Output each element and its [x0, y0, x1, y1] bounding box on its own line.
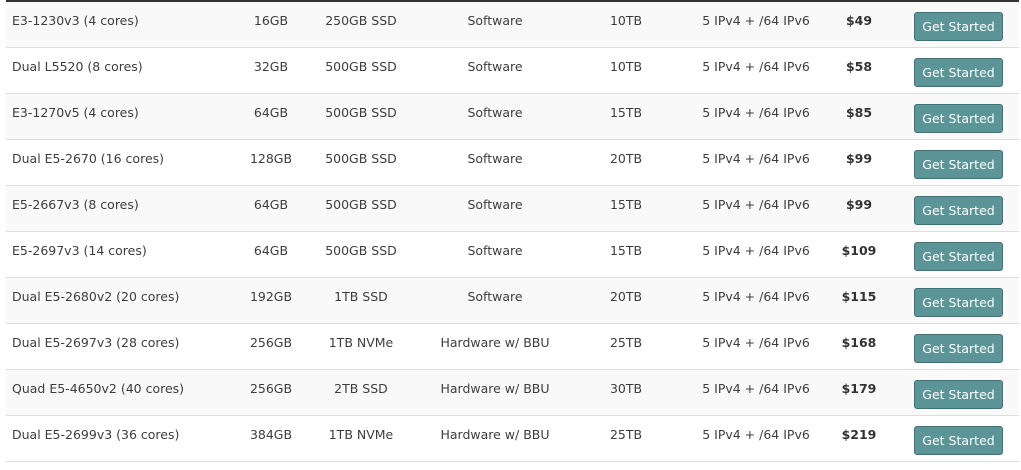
raid-cell: Software: [467, 151, 523, 166]
ip-cell: 5 IPv4 + /64 IPv6: [702, 151, 810, 166]
raid-cell: Software: [467, 59, 523, 74]
get-started-button[interactable]: Get Started: [914, 288, 1003, 317]
table-row: Dual E5-2699v3 (36 cores) 384GB 1TB NVMe…: [6, 416, 1019, 462]
ram-cell: 32GB: [253, 59, 289, 74]
table-row: Quad E5-4650v2 (40 cores) 256GB 2TB SSD …: [6, 370, 1019, 416]
bandwidth-cell: 20TB: [609, 151, 643, 166]
ram-cell: 128GB: [249, 151, 293, 166]
storage-cell: 500GB SSD: [325, 151, 397, 166]
raid-cell: Hardware w/ BBU: [440, 335, 550, 350]
raid-cell: Software: [467, 243, 523, 258]
price-cell: $58: [845, 59, 873, 74]
raid-cell: Software: [467, 289, 523, 304]
table-row: E5-2667v3 (8 cores) 64GB 500GB SSD Softw…: [6, 186, 1019, 232]
raid-cell: Software: [467, 105, 523, 120]
cpu-cell: E3-1270v5 (4 cores): [12, 105, 139, 120]
price-cell: $109: [841, 243, 877, 258]
cpu-cell: Dual E5-2670 (16 cores): [12, 151, 165, 166]
price-cell: $168: [841, 335, 877, 350]
bandwidth-cell: 15TB: [609, 105, 643, 120]
ip-cell: 5 IPv4 + /64 IPv6: [702, 381, 810, 396]
ram-cell: 64GB: [253, 105, 289, 120]
ip-cell: 5 IPv4 + /64 IPv6: [702, 289, 810, 304]
get-started-button[interactable]: Get Started: [914, 426, 1003, 455]
storage-cell: 500GB SSD: [325, 59, 397, 74]
table-row: E3-1270v5 (4 cores) 64GB 500GB SSD Softw…: [6, 94, 1019, 140]
raid-cell: Software: [467, 197, 523, 212]
storage-cell: 500GB SSD: [325, 105, 397, 120]
bandwidth-cell: 30TB: [609, 381, 643, 396]
table-row: Dual E5-2670 (16 cores) 128GB 500GB SSD …: [6, 140, 1019, 186]
get-started-button[interactable]: Get Started: [914, 12, 1003, 41]
get-started-button[interactable]: Get Started: [914, 242, 1003, 271]
ip-cell: 5 IPv4 + /64 IPv6: [702, 335, 810, 350]
cpu-cell: Dual E5-2697v3 (28 cores): [12, 335, 180, 350]
bandwidth-cell: 15TB: [609, 197, 643, 212]
raid-cell: Software: [467, 13, 523, 28]
price-cell: $85: [845, 105, 873, 120]
price-cell: $115: [841, 289, 877, 304]
storage-cell: 500GB SSD: [325, 243, 397, 258]
ram-cell: 256GB: [249, 335, 293, 350]
table-row: Dual L5520 (8 cores) 32GB 500GB SSD Soft…: [6, 48, 1019, 94]
cpu-cell: Dual L5520 (8 cores): [12, 59, 143, 74]
ip-cell: 5 IPv4 + /64 IPv6: [702, 427, 810, 442]
storage-cell: 1TB SSD: [334, 289, 388, 304]
ip-cell: 5 IPv4 + /64 IPv6: [702, 59, 810, 74]
get-started-button[interactable]: Get Started: [914, 196, 1003, 225]
bandwidth-cell: 10TB: [609, 13, 643, 28]
server-pricing-table: E3-1230v3 (4 cores) 16GB 250GB SSD Softw…: [6, 0, 1019, 462]
get-started-button[interactable]: Get Started: [914, 150, 1003, 179]
bandwidth-cell: 10TB: [609, 59, 643, 74]
storage-cell: 1TB NVMe: [328, 427, 394, 442]
price-cell: $99: [845, 197, 873, 212]
ip-cell: 5 IPv4 + /64 IPv6: [702, 243, 810, 258]
ram-cell: 192GB: [249, 289, 293, 304]
cpu-cell: E3-1230v3 (4 cores): [12, 13, 139, 28]
cpu-cell: Dual E5-2680v2 (20 cores): [12, 289, 180, 304]
storage-cell: 1TB NVMe: [328, 335, 394, 350]
storage-cell: 250GB SSD: [325, 13, 397, 28]
raid-cell: Hardware w/ BBU: [440, 381, 550, 396]
table-row: E3-1230v3 (4 cores) 16GB 250GB SSD Softw…: [6, 2, 1019, 48]
price-cell: $179: [841, 381, 877, 396]
storage-cell: 500GB SSD: [325, 197, 397, 212]
get-started-button[interactable]: Get Started: [914, 334, 1003, 363]
get-started-button[interactable]: Get Started: [914, 58, 1003, 87]
ram-cell: 256GB: [249, 381, 293, 396]
ram-cell: 16GB: [253, 13, 289, 28]
storage-cell: 2TB SSD: [334, 381, 388, 396]
price-cell: $219: [841, 427, 877, 442]
table-row: Dual E5-2680v2 (20 cores) 192GB 1TB SSD …: [6, 278, 1019, 324]
table-row: Dual E5-2697v3 (28 cores) 256GB 1TB NVMe…: [6, 324, 1019, 370]
ip-cell: 5 IPv4 + /64 IPv6: [702, 13, 810, 28]
bandwidth-cell: 20TB: [609, 289, 643, 304]
ip-cell: 5 IPv4 + /64 IPv6: [702, 197, 810, 212]
get-started-button[interactable]: Get Started: [914, 380, 1003, 409]
cpu-cell: Dual E5-2699v3 (36 cores): [12, 427, 180, 442]
raid-cell: Hardware w/ BBU: [440, 427, 550, 442]
get-started-button[interactable]: Get Started: [914, 104, 1003, 133]
cpu-cell: E5-2667v3 (8 cores): [12, 197, 139, 212]
cpu-cell: Quad E5-4650v2 (40 cores): [12, 381, 185, 396]
price-cell: $49: [845, 13, 873, 28]
bandwidth-cell: 25TB: [609, 335, 643, 350]
bandwidth-cell: 15TB: [609, 243, 643, 258]
cpu-cell: E5-2697v3 (14 cores): [12, 243, 147, 258]
ram-cell: 64GB: [253, 243, 289, 258]
ram-cell: 384GB: [249, 427, 293, 442]
ram-cell: 64GB: [253, 197, 289, 212]
ip-cell: 5 IPv4 + /64 IPv6: [702, 105, 810, 120]
table-row: E5-2697v3 (14 cores) 64GB 500GB SSD Soft…: [6, 232, 1019, 278]
price-cell: $99: [845, 151, 873, 166]
bandwidth-cell: 25TB: [609, 427, 643, 442]
